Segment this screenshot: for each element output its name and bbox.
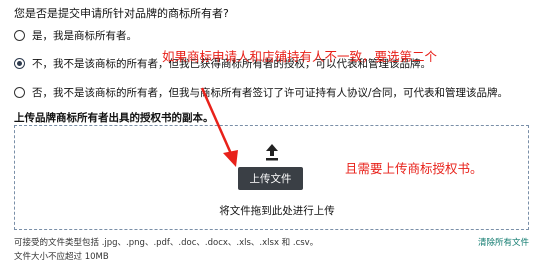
option-yes-owner[interactable]: 是，我是商标所有者。 [14, 28, 137, 43]
option-label: 否，我不是该商标的所有者，但我与商标所有者签订了许可证持有人协议/合同，可代表和… [32, 87, 509, 99]
drag-drop-hint: 将文件拖到此处进行上传 [219, 205, 335, 217]
clear-all-files-link[interactable]: 清除所有文件 [478, 236, 529, 248]
option-licensee[interactable]: 否，我不是该商标的所有者，但我与商标所有者签订了许可证持有人协议/合同，可代表和… [14, 85, 508, 100]
radio-dot [17, 61, 22, 66]
accepted-file-types: 可接受的文件类型包括 .jpg、.png、.pdf、.doc、.docx、.xl… [14, 238, 319, 248]
max-file-size: 文件大小不应超过 10MB [14, 252, 109, 262]
upload-arrow-icon [266, 144, 278, 161]
annotation-choose-second: 如果商标申请人和店铺持有人不一致，要选第二个 [162, 49, 438, 64]
upload-section-label: 上传品牌商标所有者出具的授权书的副本。 [14, 112, 214, 124]
question-label: 您是否是提交申请所针对品牌的商标所有者? [14, 7, 229, 20]
option-label: 是，我是商标所有者。 [32, 30, 137, 42]
radio-button-unchecked[interactable] [14, 87, 25, 98]
upload-file-button[interactable]: 上传文件 [238, 167, 303, 190]
annotation-upload-authorization: 且需要上传商标授权书。 [345, 161, 483, 176]
radio-button-checked[interactable] [14, 58, 25, 69]
radio-button-unchecked[interactable] [14, 30, 25, 41]
